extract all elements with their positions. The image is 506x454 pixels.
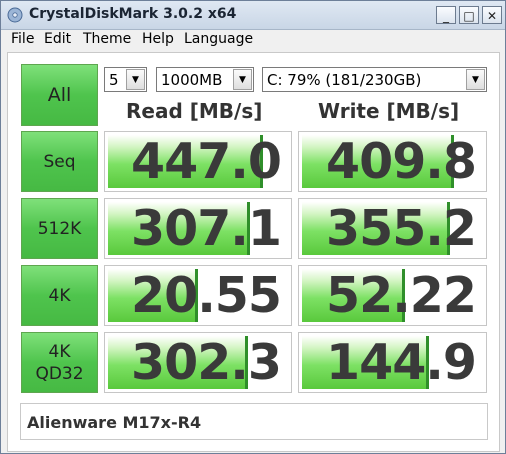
- menu-file[interactable]: File: [11, 31, 34, 47]
- write-header: Write [MB/s]: [318, 99, 460, 123]
- 4k-read-cell: 20.55: [104, 265, 292, 326]
- seq-read-cell: 447.0: [104, 131, 292, 192]
- 4k-qd32-label-line1: 4K: [48, 341, 71, 362]
- runs-value: 5: [109, 71, 119, 89]
- 4k-qd32-read-value: 302.3: [131, 334, 282, 391]
- seq-write-cell: 409.8: [298, 131, 487, 192]
- size-select[interactable]: 1000MB ▼: [156, 67, 254, 92]
- chevron-down-icon[interactable]: ▼: [126, 69, 145, 90]
- minimize-button[interactable]: _: [436, 6, 456, 24]
- 512k-read-cell: 307.1: [104, 198, 292, 259]
- size-value: 1000MB: [161, 71, 223, 89]
- 4k-button[interactable]: 4K: [21, 265, 98, 326]
- app-window: CrystalDiskMark 3.0.2 x64 _ □ ✕ File Edi…: [0, 0, 506, 454]
- comment-text: Alienware M17x-R4: [27, 413, 202, 432]
- 512k-button[interactable]: 512K: [21, 198, 98, 259]
- menu-language[interactable]: Language: [184, 31, 253, 47]
- 512k-write-value: 355.2: [326, 200, 477, 257]
- all-button[interactable]: All: [21, 64, 98, 126]
- window-title: CrystalDiskMark 3.0.2 x64: [29, 6, 237, 22]
- 512k-write-cell: 355.2: [298, 198, 487, 259]
- menu-help[interactable]: Help: [142, 31, 174, 47]
- seq-read-value: 447.0: [131, 133, 282, 190]
- 4k-qd32-write-cell: 144.9: [298, 332, 487, 393]
- disk-app-icon: [7, 7, 23, 23]
- read-header: Read [MB/s]: [126, 99, 263, 123]
- menu-bar: File Edit Theme Help Language: [1, 30, 505, 51]
- 4k-qd32-button[interactable]: 4K QD32: [21, 332, 98, 393]
- seq-write-value: 409.8: [326, 133, 477, 190]
- 4k-write-value: 52.22: [326, 267, 477, 324]
- comment-field[interactable]: Alienware M17x-R4: [20, 403, 488, 440]
- 512k-read-value: 307.1: [131, 200, 282, 257]
- maximize-button[interactable]: □: [459, 6, 479, 24]
- menu-edit[interactable]: Edit: [44, 31, 71, 47]
- chevron-down-icon[interactable]: ▼: [233, 69, 252, 90]
- 4k-qd32-read-cell: 302.3: [104, 332, 292, 393]
- close-button[interactable]: ✕: [482, 6, 502, 24]
- title-bar: CrystalDiskMark 3.0.2 x64 _ □ ✕: [1, 1, 505, 30]
- runs-select[interactable]: 5 ▼: [104, 67, 147, 92]
- chevron-down-icon[interactable]: ▼: [466, 69, 485, 90]
- drive-value: C: 79% (181/230GB): [267, 71, 422, 89]
- 4k-read-value: 20.55: [131, 267, 282, 324]
- benchmark-panel: All 5 ▼ 1000MB ▼ C: 79% (181/230GB) ▼ Re…: [7, 52, 500, 452]
- 4k-qd32-label-line2: QD32: [35, 363, 84, 384]
- seq-button[interactable]: Seq: [21, 131, 98, 192]
- 4k-write-cell: 52.22: [298, 265, 487, 326]
- menu-theme[interactable]: Theme: [83, 31, 131, 47]
- 4k-qd32-write-value: 144.9: [326, 334, 477, 391]
- drive-select[interactable]: C: 79% (181/230GB) ▼: [262, 67, 487, 92]
